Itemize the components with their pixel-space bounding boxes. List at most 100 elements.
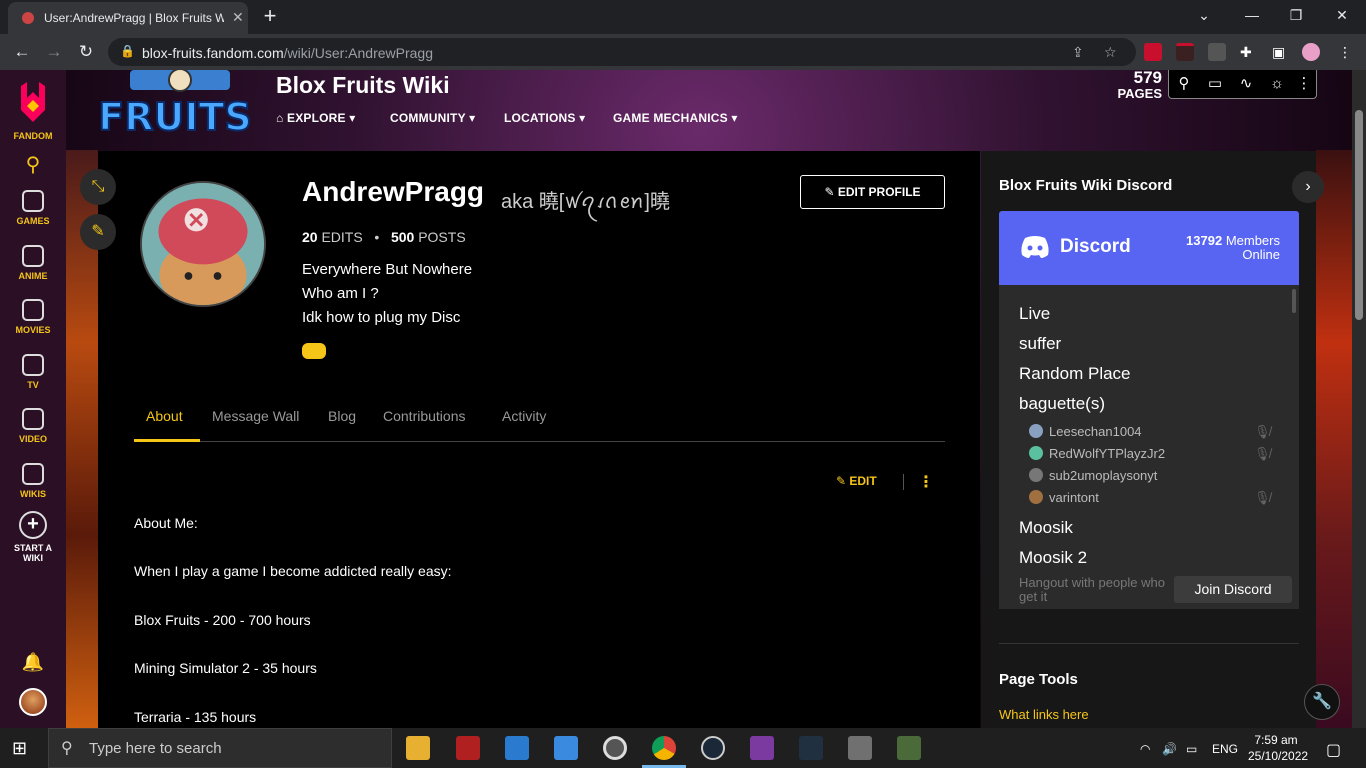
notification-center-icon[interactable]: ▢	[1326, 740, 1341, 760]
extensions-puzzle-icon[interactable]: ✚	[1240, 44, 1252, 61]
edit-profile-button[interactable]: ✎ EDIT PROFILE	[800, 175, 945, 209]
back-icon[interactable]: ←	[10, 40, 34, 64]
close-tab-icon[interactable]: ✕	[232, 9, 244, 26]
extension-1-icon[interactable]	[1144, 43, 1162, 61]
steam-icon[interactable]	[701, 736, 725, 760]
rail-fandom-label[interactable]: FANDOM	[0, 131, 66, 141]
rail-item-games[interactable]: GAMES	[0, 190, 66, 226]
scrollbar-thumb[interactable]	[1355, 110, 1363, 320]
divider	[999, 643, 1299, 644]
language-indicator[interactable]: ENG	[1212, 742, 1238, 756]
rail-item-wikis[interactable]: WIKIS	[0, 463, 66, 499]
search-icon[interactable]: ⚲	[0, 152, 66, 177]
member-avatar	[1029, 424, 1043, 438]
member-item[interactable]: RedWolfYTPlayzJr2	[1029, 446, 1165, 461]
play-icon	[22, 408, 44, 430]
discord-icon[interactable]	[302, 343, 326, 359]
battery-icon[interactable]: ▭	[1186, 742, 1197, 756]
taskbar-search[interactable]: ⚲ Type here to search	[48, 728, 392, 768]
member-item[interactable]: sub2umoplaysonyt	[1029, 468, 1157, 483]
close-window-button[interactable]: ✕	[1320, 4, 1364, 26]
member-item[interactable]: varintont	[1029, 490, 1099, 505]
blox-fruits-logo[interactable]: FRUITS	[100, 70, 250, 138]
wifi-icon[interactable]: ◠	[1140, 742, 1150, 756]
profile-avatar-icon[interactable]	[1302, 43, 1320, 61]
search-icon[interactable]: ⚲	[1174, 74, 1194, 94]
wiki-name[interactable]: Blox Fruits Wiki	[276, 72, 450, 99]
tab-activity[interactable]: Activity	[502, 408, 546, 424]
taskbar-clock[interactable]: 7:59 am 25/10/2022	[1248, 732, 1308, 764]
discord-scrollbar[interactable]	[1292, 289, 1296, 313]
channel-item[interactable]: Random Place	[1019, 364, 1131, 384]
minimize-button[interactable]: —	[1230, 4, 1274, 26]
more-options-icon[interactable]: ⋮	[1294, 74, 1314, 94]
mail-icon[interactable]	[505, 736, 529, 760]
muted-icon: 🎙︎̸	[1254, 490, 1271, 505]
nav-community[interactable]: COMMUNITY ▾	[390, 111, 475, 125]
store-icon[interactable]	[554, 736, 578, 760]
bookmark-star-icon[interactable]: ☆	[1104, 44, 1117, 61]
about-line: Mining Simulator 2 - 35 hours	[134, 660, 317, 676]
edit-button[interactable]: ✎ EDIT	[836, 474, 877, 488]
lock-icon[interactable]: 🔒	[120, 44, 135, 58]
nav-game-mechanics[interactable]: GAME MECHANICS ▾	[613, 111, 738, 125]
share-icon[interactable]: ⇪	[1072, 44, 1084, 61]
url-bar[interactable]: 🔒 blox-fruits.fandom.com/wiki/User:Andre…	[108, 38, 1136, 66]
rail-item-video[interactable]: VIDEO	[0, 408, 66, 444]
reload-icon[interactable]: ↻	[74, 40, 98, 64]
tab-search-icon[interactable]: ⌄	[1182, 4, 1226, 26]
what-links-here-link[interactable]: What links here	[999, 707, 1089, 722]
media-player-icon[interactable]	[603, 736, 627, 760]
channel-item[interactable]: baguette(s)	[1019, 394, 1105, 414]
file-explorer-icon[interactable]	[406, 736, 430, 760]
new-tab-button[interactable]: +	[258, 4, 282, 28]
join-discord-button[interactable]: Join Discord	[1174, 576, 1292, 603]
extension-3-icon[interactable]	[1208, 43, 1226, 61]
volume-icon[interactable]: 🔊	[1162, 742, 1177, 756]
chrome-menu-icon[interactable]: ⋮	[1338, 44, 1352, 61]
forward-icon[interactable]: →	[42, 40, 66, 64]
rail-item-tv[interactable]: TV	[0, 354, 66, 390]
member-item[interactable]: Leesechan1004	[1029, 424, 1142, 439]
collapse-icon[interactable]: ⤡	[80, 169, 116, 205]
channel-item[interactable]: suffer	[1019, 334, 1061, 354]
tab-contributions[interactable]: Contributions	[383, 408, 466, 424]
muted-icon: 🎙︎̸	[1254, 446, 1271, 461]
activity-icon[interactable]: ∿	[1236, 74, 1256, 94]
browser-tab[interactable]: User:AndrewPragg | Blox Fruits Wiki ✕	[8, 2, 248, 34]
rail-item-anime[interactable]: ANIME	[0, 245, 66, 281]
discord-footer-text: Hangout with people who get it	[1019, 575, 1165, 604]
nav-locations[interactable]: LOCATIONS ▾	[504, 111, 585, 125]
app-icon[interactable]	[848, 736, 872, 760]
discussions-icon[interactable]: ▭	[1205, 74, 1225, 94]
windows-start-icon[interactable]: ⊞	[12, 738, 27, 759]
app-icon[interactable]	[750, 736, 774, 760]
nav-explore[interactable]: ⌂ EXPLORE ▾	[276, 111, 356, 125]
pirate-game-icon[interactable]	[799, 736, 823, 760]
wrench-icon[interactable]: 🔧	[1304, 684, 1340, 720]
pencil-icon[interactable]: ✎	[80, 214, 116, 250]
channel-item[interactable]: Moosik 2	[1019, 548, 1087, 568]
tv-icon	[22, 354, 44, 376]
channel-item[interactable]: Live	[1019, 304, 1050, 324]
tab-about[interactable]: About	[146, 408, 183, 424]
tab-blog[interactable]: Blog	[328, 408, 356, 424]
theme-toggle-icon[interactable]: ☼	[1267, 74, 1287, 94]
game-app-icon[interactable]	[456, 736, 480, 760]
extension-2-icon[interactable]	[1176, 43, 1194, 61]
user-avatar[interactable]	[19, 688, 47, 716]
chevron-right-icon[interactable]: ›	[1292, 171, 1324, 203]
maximize-button[interactable]: ❐	[1274, 4, 1318, 26]
settings-app-icon[interactable]	[897, 736, 921, 760]
plus-circle-icon: +	[19, 511, 47, 539]
side-panel-icon[interactable]: ▣	[1272, 44, 1285, 61]
channel-item[interactable]: Moosik	[1019, 518, 1073, 538]
rail-item-start-a-wiki[interactable]: + START A WIKI	[0, 511, 66, 563]
page-tools-title: Page Tools	[999, 671, 1078, 688]
chrome-icon[interactable]	[652, 736, 676, 760]
fandom-logo-icon[interactable]	[17, 80, 49, 126]
tab-message-wall[interactable]: Message Wall	[212, 408, 299, 424]
more-actions-icon[interactable]: ⋮	[918, 472, 934, 492]
notifications-bell-icon[interactable]: 🔔	[0, 652, 66, 673]
rail-item-movies[interactable]: MOVIES	[0, 299, 66, 335]
